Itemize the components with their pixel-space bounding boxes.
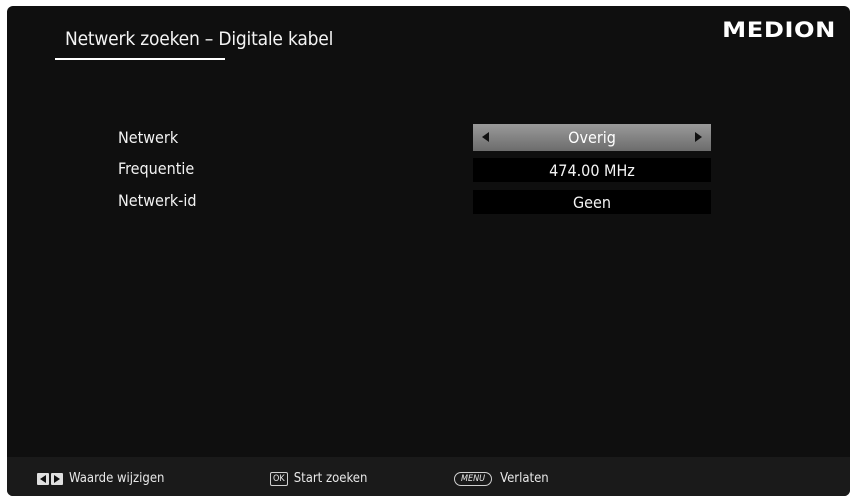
ok-key-icon: OK [270,471,288,486]
network-label: Netwerk [118,128,179,147]
hint-exit-label: Verlaten [500,471,549,486]
menu-key-icon: MENU [454,471,493,486]
title-underline [55,58,225,60]
hint-change-value-label: Waarde wijzigen [69,471,165,486]
left-arrow-key-icon [37,472,49,485]
frequency-field[interactable]: 474.00 MHz [473,158,711,182]
hint-change-value: Waarde wijzigen [37,471,164,486]
frequency-label: Frequentie [118,159,195,178]
hint-exit: MENU Verlaten [454,471,549,486]
frequency-value: 474.00 MHz [549,160,635,180]
hint-start-search-label: Start zoeken [293,471,368,486]
hint-start-search: OK Start zoeken [270,471,367,486]
footer-hint-bar: Waarde wijzigen OK Start zoeken MENU Ver… [7,457,850,496]
medion-logo: MEDION [722,18,836,42]
network-value: Overig [568,128,616,147]
arrow-left-icon[interactable] [482,132,489,142]
right-arrow-key-icon [51,472,63,485]
network-id-field[interactable]: Geen [473,190,711,214]
tv-screen: Netwerk zoeken – Digitale kabel MEDION N… [7,6,850,496]
network-id-value: Geen [573,192,611,212]
page-title: Netwerk zoeken – Digitale kabel [65,28,334,50]
network-selector[interactable]: Overig [473,124,711,151]
network-id-label: Netwerk-id [118,191,197,210]
arrow-right-icon[interactable] [695,132,702,142]
